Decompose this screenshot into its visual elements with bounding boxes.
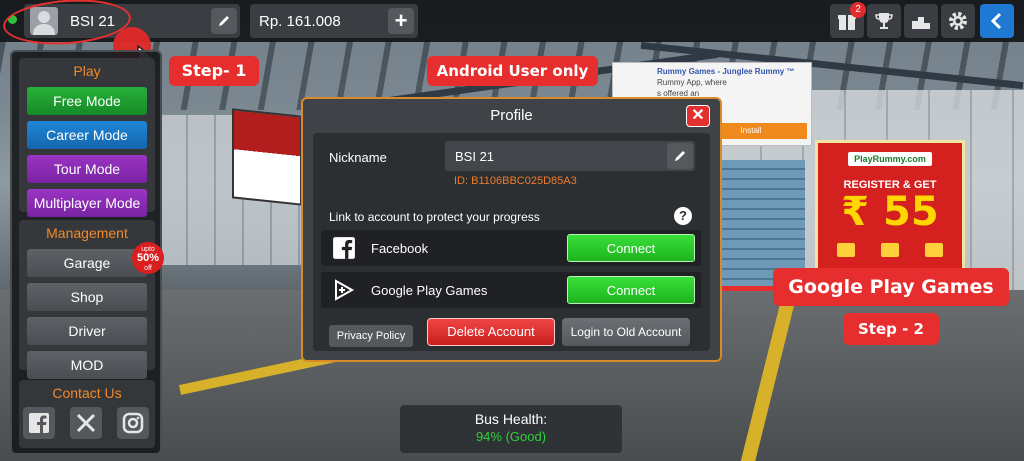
ad-tile	[881, 243, 899, 257]
mod-button[interactable]: MOD	[27, 351, 147, 379]
gift-button[interactable]: 2	[830, 2, 866, 38]
facebook-connect-button[interactable]: Connect	[567, 234, 695, 262]
play-section: Play Free Mode Career Mode Tour Mode Mul…	[19, 58, 155, 217]
back-button[interactable]	[980, 4, 1014, 38]
google-play-callout: Google Play Games	[773, 268, 1009, 306]
gamepad-icon	[331, 277, 357, 303]
podium-icon	[912, 17, 930, 29]
management-heading: Management	[46, 225, 128, 241]
contact-heading: Contact Us	[52, 385, 122, 401]
instagram-link[interactable]	[117, 407, 149, 439]
profile-dialog: Profile ✕ Nickname BSI 21 ID: B1106BBC02…	[301, 97, 722, 362]
step-2-label: Step - 2	[843, 313, 939, 345]
player-id: ID: B1106BBC025D85A3	[454, 175, 577, 187]
ad-tile	[837, 243, 855, 257]
ad-tile	[925, 243, 943, 257]
leaderboard-button[interactable]	[904, 4, 938, 38]
social-links	[19, 403, 155, 439]
ad-feature-tiles	[824, 243, 956, 257]
ad-title: Rummy Games - Junglee Rummy ™	[657, 67, 795, 76]
close-button[interactable]: ✕	[686, 105, 710, 127]
add-money-button[interactable]: +	[388, 8, 414, 34]
pencil-icon	[675, 151, 685, 161]
career-mode-button[interactable]: Career Mode	[27, 121, 147, 149]
nickname-field[interactable]: BSI 21	[445, 141, 695, 171]
multiplayer-mode-button[interactable]: Multiplayer Mode	[27, 189, 147, 217]
google-play-label: Google Play Games	[371, 283, 488, 298]
bus-health-value: 94% (Good)	[475, 429, 547, 444]
google-play-link-row: Google Play Games Connect	[321, 272, 701, 308]
sale-badge: upto 50% off	[132, 242, 164, 274]
edit-name-button[interactable]	[211, 8, 237, 34]
step-1-label: Step- 1	[169, 56, 259, 86]
bus-health-panel: Bus Health: 94% (Good)	[400, 405, 622, 453]
privacy-policy-button[interactable]: Privacy Policy	[329, 325, 413, 347]
nickname-label: Nickname	[329, 150, 387, 165]
top-bar: BSI 21 Rp. 161.008 + 2	[0, 0, 1024, 42]
facebook-label: Facebook	[371, 241, 429, 256]
settings-button[interactable]	[941, 4, 975, 38]
trophy-button[interactable]	[867, 4, 901, 38]
help-icon[interactable]: ?	[674, 207, 692, 225]
delete-account-button[interactable]: Delete Account	[427, 318, 555, 346]
bus-health-label: Bus Health:	[474, 411, 548, 427]
nickname-value: BSI 21	[455, 149, 495, 164]
facebook-link-row: Facebook Connect	[321, 230, 701, 266]
tour-mode-button[interactable]: Tour Mode	[27, 155, 147, 183]
driver-button[interactable]: Driver	[27, 317, 147, 345]
management-section: Management Garage upto 50% off Shop Driv…	[19, 220, 164, 379]
link-account-prompt: Link to account to protect your progress	[329, 210, 540, 224]
contact-section: Contact Us	[19, 380, 155, 448]
profile-body: Nickname BSI 21 ID: B1106BBC025D85A3 Lin…	[313, 133, 710, 351]
facebook-icon	[331, 235, 357, 261]
notification-badge: 2	[850, 2, 866, 18]
play-heading: Play	[73, 63, 101, 79]
sale-badge-bottom: off	[144, 264, 152, 272]
garage-button[interactable]: Garage	[27, 249, 147, 277]
x-link[interactable]	[70, 407, 102, 439]
google-play-connect-button[interactable]: Connect	[567, 276, 695, 304]
pencil-icon	[219, 16, 229, 26]
x-icon	[76, 413, 96, 433]
facebook-icon	[29, 413, 49, 433]
android-only-label: Android User only	[427, 56, 598, 86]
facebook-link[interactable]	[23, 407, 55, 439]
login-old-account-button[interactable]: Login to Old Account	[562, 318, 690, 346]
ad-brand: PlayRummy.com	[848, 152, 932, 166]
gear-icon	[949, 12, 967, 30]
free-mode-button[interactable]: Free Mode	[27, 87, 147, 115]
money-balance: Rp. 161.008	[259, 13, 341, 30]
instagram-icon	[122, 412, 144, 434]
main-menu: Play Free Mode Career Mode Tour Mode Mul…	[10, 50, 164, 455]
edit-nickname-button[interactable]	[667, 143, 693, 169]
money-box: Rp. 161.008 +	[250, 4, 418, 38]
wall-banner	[232, 108, 302, 206]
shop-button[interactable]: Shop	[27, 283, 147, 311]
ad-amount: ₹ 55	[841, 189, 939, 235]
trophy-icon	[875, 13, 893, 29]
dialog-title: Profile	[490, 107, 533, 124]
ad-line: Rummy App, where	[657, 77, 727, 87]
chevron-left-icon	[990, 12, 1002, 30]
sale-badge-percent: 50%	[136, 252, 160, 265]
